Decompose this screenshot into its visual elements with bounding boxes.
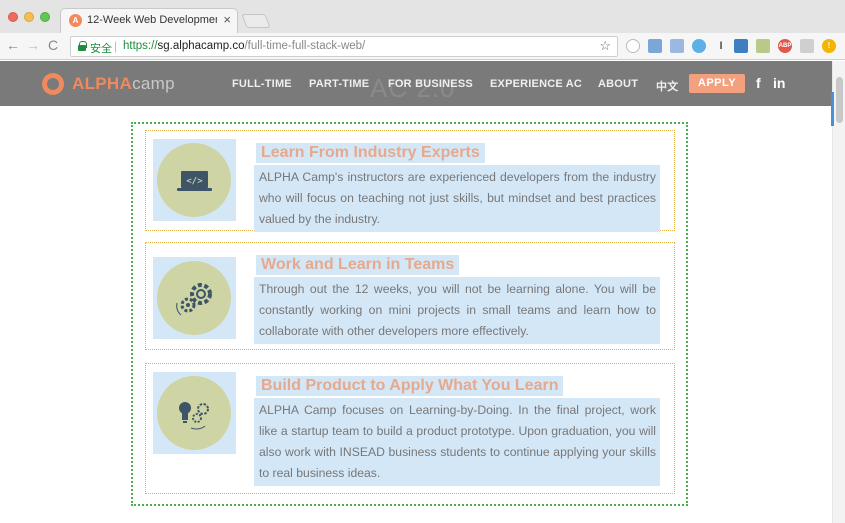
feature-title: Work and Learn in Teams: [256, 255, 460, 275]
page-scrollbar[interactable]: [832, 61, 845, 523]
extension-text-cursor-icon[interactable]: I: [714, 39, 728, 53]
back-arrow-icon[interactable]: ←: [6, 37, 20, 53]
new-tab-button[interactable]: [241, 14, 271, 28]
feature-title: Learn From Industry Experts: [256, 143, 485, 163]
close-window-button[interactable]: [8, 12, 18, 22]
tab-close-icon[interactable]: ×: [223, 12, 231, 27]
nav-for-business[interactable]: FOR BUSINESS: [388, 78, 473, 90]
browser-toolbar: ← → C 安全 | https://sg.alphacamp.co/full-…: [0, 33, 845, 60]
facebook-icon[interactable]: f: [756, 75, 761, 91]
tab-title: 12-Week Web Development C: [87, 14, 217, 26]
extension-circle-icon[interactable]: [626, 39, 640, 53]
url-scheme: https://: [123, 40, 158, 52]
feature-description: ALPHA Camp's instructors are experienced…: [254, 165, 660, 232]
adblock-plus-icon[interactable]: ABP: [778, 39, 792, 53]
minimize-window-button[interactable]: [24, 12, 34, 22]
extension-leaf-icon[interactable]: [756, 39, 770, 53]
feature-description: ALPHA Camp focuses on Learning-by-Doing.…: [254, 398, 660, 486]
feature-icon-box: [153, 372, 236, 454]
lock-icon: [78, 41, 87, 51]
browser-tab[interactable]: A 12-Week Web Development C ×: [60, 8, 238, 33]
extension-grid-icon[interactable]: [800, 39, 814, 53]
apply-button[interactable]: APPLY: [689, 74, 745, 93]
nav-experience-ac[interactable]: EXPERIENCE AC: [490, 78, 582, 90]
feature-description: Through out the 12 weeks, you will not b…: [254, 277, 660, 344]
url-text[interactable]: https://sg.alphacamp.co/full-time-full-s…: [123, 40, 365, 52]
extension-translate-icon[interactable]: [648, 39, 662, 53]
secure-label: 安全: [90, 43, 112, 55]
site-header: ALPHAcamp AC 2.0 FULL-TIME PART-TIME FOR…: [0, 61, 832, 106]
nav-full-time[interactable]: FULL-TIME: [232, 78, 292, 90]
url-path: /full-time-full-stack-web/: [244, 40, 366, 52]
extension-card-icon[interactable]: [670, 39, 684, 53]
feature-title: Build Product to Apply What You Learn: [256, 376, 564, 396]
laptop-code-icon: </>: [157, 143, 231, 217]
scroll-position-marker: [831, 92, 834, 126]
bookmark-star-icon[interactable]: ☆: [599, 38, 611, 54]
feature-card: Build Product to Apply What You Learn AL…: [145, 363, 675, 494]
feature-card: </> Learn From Industry Experts ALPHA Ca…: [145, 130, 675, 232]
maximize-window-button[interactable]: [40, 12, 50, 22]
url-host: sg.alphacamp.co: [157, 40, 245, 52]
logo-alpha-text: ALPHA: [72, 74, 133, 93]
forward-arrow-icon[interactable]: →: [26, 37, 40, 53]
feature-icon-box: [153, 257, 236, 339]
linkedin-icon[interactable]: in: [773, 75, 785, 91]
nav-about[interactable]: ABOUT: [598, 78, 638, 90]
address-bar[interactable]: 安全 | https://sg.alphacamp.co/full-time-f…: [70, 36, 618, 57]
scroll-thumb[interactable]: [836, 77, 843, 123]
logo-camp-text: camp: [132, 74, 175, 93]
alert-icon[interactable]: !: [822, 39, 836, 53]
gears-icon: [157, 261, 231, 335]
feature-icon-box: </>: [153, 139, 236, 221]
lightbulb-gears-icon: [157, 376, 231, 450]
feature-card: Work and Learn in Teams Through out the …: [145, 242, 675, 350]
url-separator: |: [114, 39, 118, 53]
browser-tab-bar: A 12-Week Web Development C ×: [0, 0, 845, 33]
alphacamp-logo-icon[interactable]: [42, 73, 64, 95]
nav-part-time[interactable]: PART-TIME: [309, 78, 369, 90]
nav-language-chinese[interactable]: 中文: [656, 78, 678, 94]
site-logo[interactable]: ALPHAcamp: [72, 74, 175, 94]
reload-icon[interactable]: C: [48, 37, 58, 53]
extension-globe-icon[interactable]: [692, 39, 706, 53]
svg-text:</>: </>: [186, 177, 203, 187]
extension-square-icon[interactable]: [734, 39, 748, 53]
alphacamp-favicon-icon: A: [69, 14, 82, 27]
